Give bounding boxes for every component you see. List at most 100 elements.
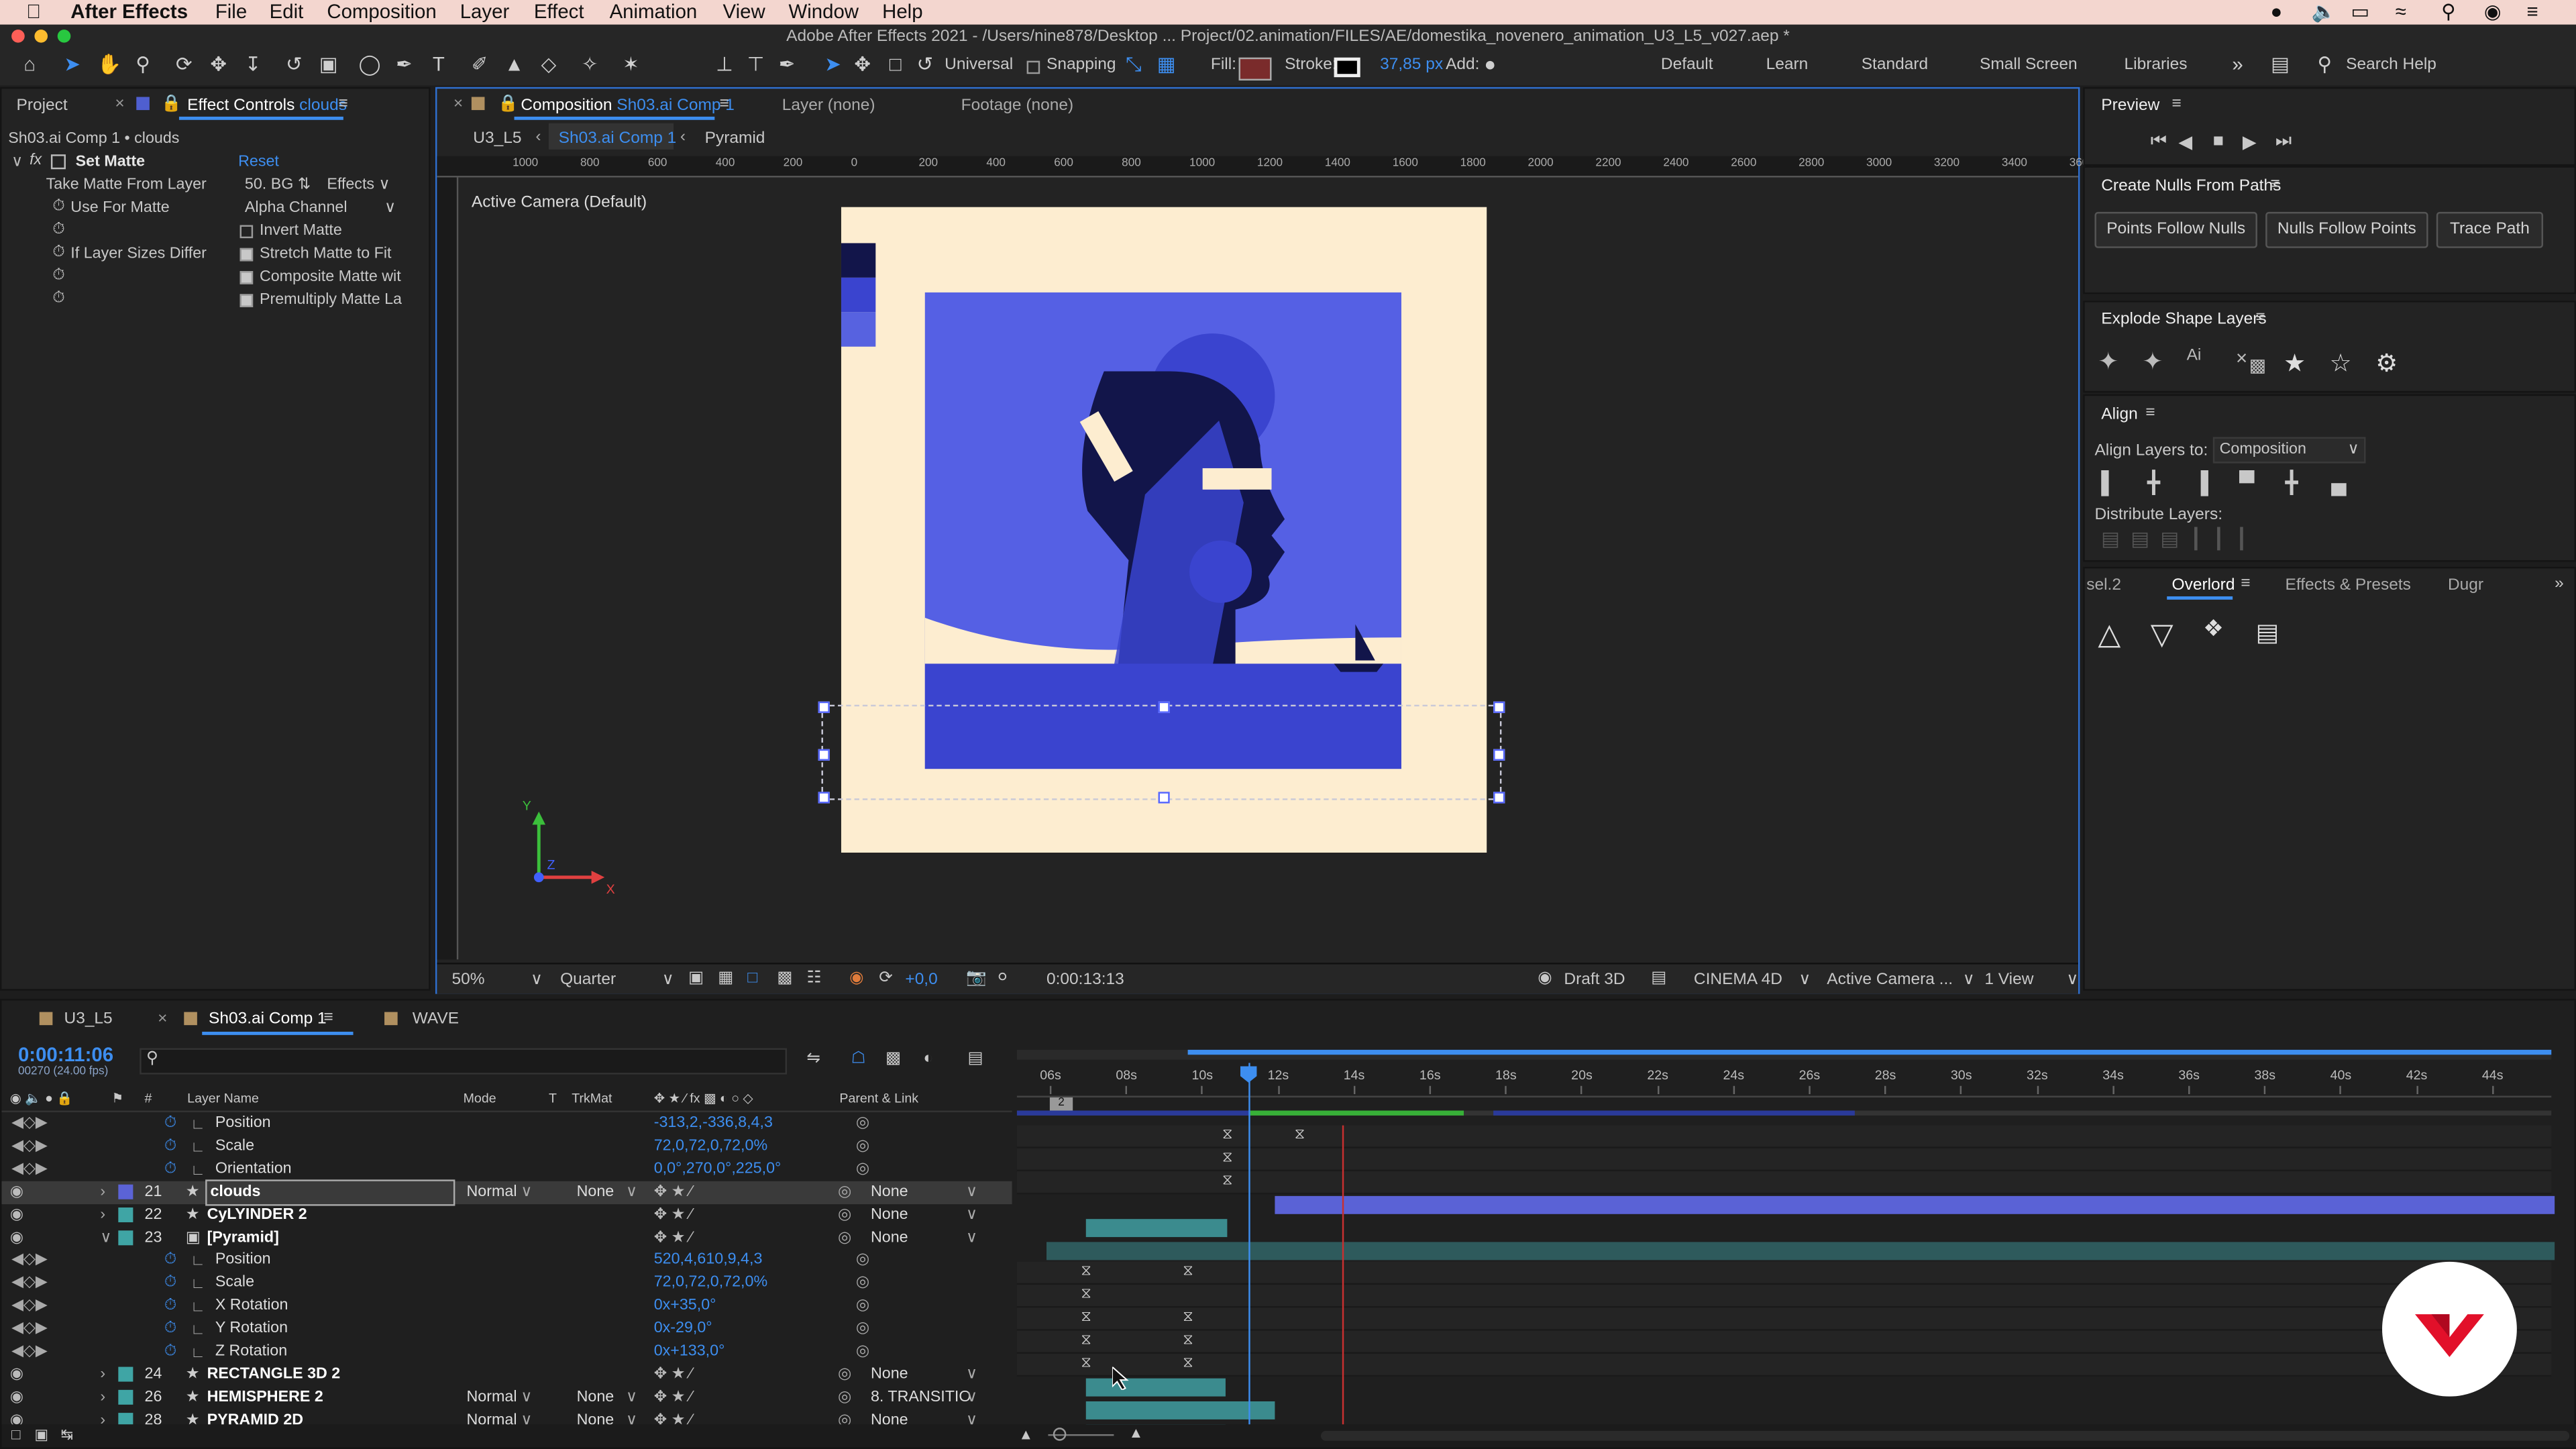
stopwatch-icon[interactable]: ⏱ [52,197,64,215]
property-row[interactable]: ◀◇▶ ⏱ ∟ X Rotation 0x+35,0° ◎ [1,1295,1012,1318]
property-row[interactable]: ◀◇▶ ⏱ ∟ Scale 72,0,72,0,72,0% ◎ [1,1135,1012,1158]
stopwatch-icon[interactable]: ⏱ [164,1272,176,1295]
stroke-swatch[interactable] [1334,57,1360,78]
expression-pickwhip-icon[interactable]: ◎ [856,1249,869,1272]
apple-icon[interactable]:  [26,0,41,25]
property-value[interactable]: 0x-29,0° [654,1318,712,1340]
more-tabs-icon[interactable]: » [2555,575,2564,593]
panel-menu-icon[interactable]: ≡ [2255,309,2265,327]
keyframe-icon[interactable]: ⧖ [1222,1171,1232,1189]
property-value[interactable]: 520,4,610,9,4,3 [654,1249,763,1272]
spotlight-icon[interactable]: ⚲ [2441,0,2456,25]
selection-tool-icon[interactable]: ➤ [61,52,84,75]
expand-layer-icon[interactable]: › [100,1181,105,1203]
keyframe-nav-icon[interactable]: ◀◇▶ [11,1112,48,1135]
move-tool-icon[interactable]: ✥ [851,52,874,75]
tab-layer[interactable]: Layer (none) [782,97,875,115]
property-row[interactable]: ◀◇▶ ⏱ ∟ Z Rotation 0x+133,0° ◎ [1,1340,1012,1363]
transform-handle[interactable] [818,701,830,713]
property-row[interactable]: ◀◇▶ ⏱ ∟ Y Rotation 0x-29,0° ◎ [1,1318,1012,1340]
layer-row[interactable]: ◉ › 21 ★ clouds Normal ∨ None ∨ ✥ ★ ∕ ◎ None ∨ [1,1179,1012,1205]
tab-overlord[interactable]: Overlord [2172,577,2235,595]
menu-layer[interactable]: Layer [460,0,510,25]
label-color-swatch[interactable] [118,1389,133,1405]
star-filled-icon[interactable]: ★ [2284,348,2306,378]
close-tab-icon[interactable]: × [158,1010,167,1028]
tab-footage[interactable]: Footage (none) [961,97,1073,115]
panel-menu-icon[interactable]: ≡ [2270,176,2279,194]
layer-name[interactable]: CyLYINDER 2 [207,1203,307,1226]
stopwatch-icon[interactable]: ⏱ [52,243,64,261]
keyframe-icon[interactable]: ⧖ [1081,1354,1091,1372]
layer-switches[interactable]: ✥ ★ ∕ [654,1363,692,1386]
keyframe-icon[interactable]: ⧖ [1081,1308,1091,1326]
control-center-icon[interactable]: ≡ [2527,0,2538,25]
keyframe-icon[interactable]: ⧖ [1183,1354,1193,1372]
keyframe-nav-icon[interactable]: ◀◇▶ [11,1318,48,1340]
parent-dropdown[interactable]: None [871,1203,908,1226]
transform-handle[interactable] [818,749,830,761]
stopwatch-icon[interactable]: ⏱ [52,266,64,284]
stopwatch-icon[interactable]: ⏱ [164,1295,176,1318]
layer-duration-bar[interactable] [1085,1378,1226,1397]
close-window-button[interactable] [11,30,25,43]
stopwatch-icon[interactable]: ⏱ [164,1340,176,1363]
show-snapshot-icon[interactable]: ⚪ [996,969,1010,987]
property-value[interactable]: 0,0°,270,0°,225,0° [654,1158,782,1181]
tab-composition[interactable]: Composition Sh03.ai Comp 1 [521,97,735,115]
panel-menu-icon[interactable]: ≡ [323,1009,333,1027]
layer-name[interactable]: [Pyramid] [207,1226,279,1249]
label-color-swatch[interactable] [118,1366,133,1382]
property-value[interactable]: 0x+133,0° [654,1340,725,1363]
visibility-icon[interactable]: ◉ [10,1203,23,1226]
work-area-bar[interactable] [1016,1110,2552,1116]
stopwatch-icon[interactable]: ⏱ [164,1135,176,1158]
transparency-grid-icon[interactable]: ▦ [718,969,733,987]
parent-pickwhip-icon[interactable]: ◎ [838,1181,851,1203]
more-workspaces-icon[interactable]: » [2226,52,2249,75]
mask-visibility-icon[interactable]: ▩ [777,969,792,987]
first-frame-icon[interactable]: ⏮ [2151,131,2167,153]
label-color-swatch[interactable] [118,1183,133,1199]
effect-toggle-icon[interactable] [50,154,66,170]
keyframe-icon[interactable]: ⧖ [1081,1285,1091,1303]
explode-layer-icon[interactable]: ▩ [2249,355,2266,376]
draft-3d-icon[interactable]: ◉ [1538,969,1552,987]
workspace-libraries[interactable]: Libraries [2125,56,2188,74]
display-icon[interactable]: ▭ [2351,0,2369,25]
comp-switches-icon[interactable]: ▣ [34,1426,48,1444]
menu-effect[interactable]: Effect [534,0,584,25]
keyframe-nav-icon[interactable]: ◀◇▶ [11,1340,48,1363]
keyframe-icon[interactable]: ⧖ [1183,1263,1193,1281]
orbit-camera-icon[interactable]: ⟳ [172,52,195,75]
breadcrumb-u3-l5[interactable]: U3_L5 [473,129,521,148]
align-left-icon[interactable]: ▌ [2101,470,2116,494]
explode-selected-icon[interactable]: ✦ [2142,347,2163,376]
resolution-dropdown[interactable]: Quarter ∨ [560,971,674,989]
panel-menu-icon[interactable]: ≡ [2172,95,2182,113]
layer-row[interactable]: ◉ › 26 ★ HEMISPHERE 2 Normal ∨ None ∨ ✥ ★ ∕ ◎ 8. TR… [1,1386,1012,1409]
minimize-window-button[interactable] [34,30,48,43]
layer-duration-bar[interactable] [1046,1241,2555,1260]
transform-handle[interactable] [1493,749,1505,761]
tab-effect-controls[interactable]: Effect Controls clouds [187,97,347,115]
workspace-standard[interactable]: Standard [1862,56,1928,74]
pen-tool-icon[interactable]: ✒ [392,52,415,75]
keyframe-icon[interactable]: ⧖ [1222,1148,1232,1167]
home-icon[interactable]: ⌂ [18,52,41,75]
breadcrumb-sh03-comp[interactable]: Sh03.ai Comp 1 [559,129,677,148]
roto-brush-icon[interactable]: ✧ [578,52,601,75]
rotate-tool-icon[interactable]: ↺ [282,52,305,75]
stopwatch-icon[interactable]: ⏱ [52,220,64,238]
overlord-link-icon[interactable]: ❖ [2203,614,2224,643]
property-row[interactable]: ◀◇▶ ⏱ ∟ Orientation 0,0°,270,0°,225,0° ◎ [1,1158,1012,1181]
menu-animation[interactable]: Animation [610,0,698,25]
shy-layers-icon[interactable]: ▩ [885,1050,901,1068]
trace-path-button[interactable]: Trace Path [2436,211,2544,248]
snap-features-icon[interactable]: ▦ [1155,52,1178,75]
visibility-icon[interactable]: ◉ [10,1363,23,1386]
time-navigator[interactable] [1016,1049,2552,1060]
parent-pickwhip-icon[interactable]: ◎ [838,1226,851,1249]
align-vcenter-icon[interactable]: ╋ [2286,470,2298,496]
parent-dropdown[interactable]: None [871,1226,908,1249]
